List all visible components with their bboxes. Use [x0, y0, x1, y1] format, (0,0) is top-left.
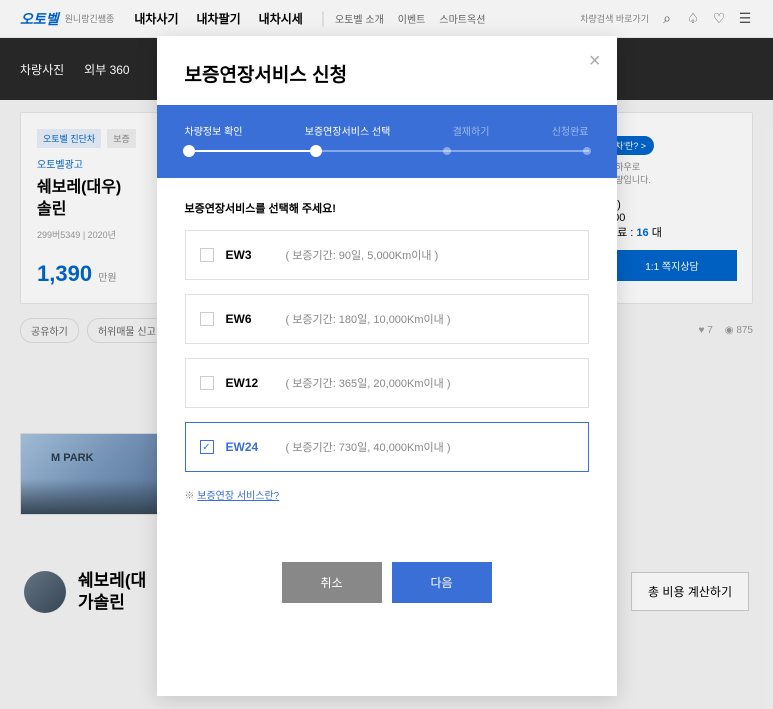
option-ew3[interactable]: ✓ EW3 ( 보증기간: 90일, 5,000Km이내 ) [185, 230, 589, 280]
progress-steps: 차량정보 확인 보증연장서비스 선택 결제하기 신청완료 [157, 105, 617, 178]
checkbox-icon: ✓ [200, 376, 214, 390]
modal-title: 보증연장서비스 신청 [157, 36, 617, 105]
step-3: 결제하기 [453, 123, 490, 138]
help-link[interactable]: 보증연장 서비스란? [197, 491, 279, 502]
next-button[interactable]: 다음 [392, 562, 492, 603]
help-prefix: ※ [185, 491, 198, 502]
option-ew6[interactable]: ✓ EW6 ( 보증기간: 180일, 10,000Km이내 ) [185, 294, 589, 344]
step-1: 차량정보 확인 [185, 123, 243, 138]
modal-prompt: 보증연장서비스를 선택해 주세요! [185, 200, 589, 216]
modal-overlay: × 보증연장서비스 신청 차량정보 확인 보증연장서비스 선택 결제하기 신청완… [0, 0, 773, 709]
option-ew24[interactable]: ✓ EW24 ( 보증기간: 730일, 40,000Km이내 ) [185, 422, 589, 472]
checkbox-icon: ✓ [200, 312, 214, 326]
close-icon[interactable]: × [589, 50, 601, 73]
warranty-modal: × 보증연장서비스 신청 차량정보 확인 보증연장서비스 선택 결제하기 신청완… [157, 36, 617, 696]
option-ew12[interactable]: ✓ EW12 ( 보증기간: 365일, 20,000Km이내 ) [185, 358, 589, 408]
step-4: 신청완료 [552, 123, 589, 138]
checkbox-icon: ✓ [200, 440, 214, 454]
cancel-button[interactable]: 취소 [282, 562, 382, 603]
checkbox-icon: ✓ [200, 248, 214, 262]
step-2: 보증연장서비스 선택 [305, 123, 391, 138]
